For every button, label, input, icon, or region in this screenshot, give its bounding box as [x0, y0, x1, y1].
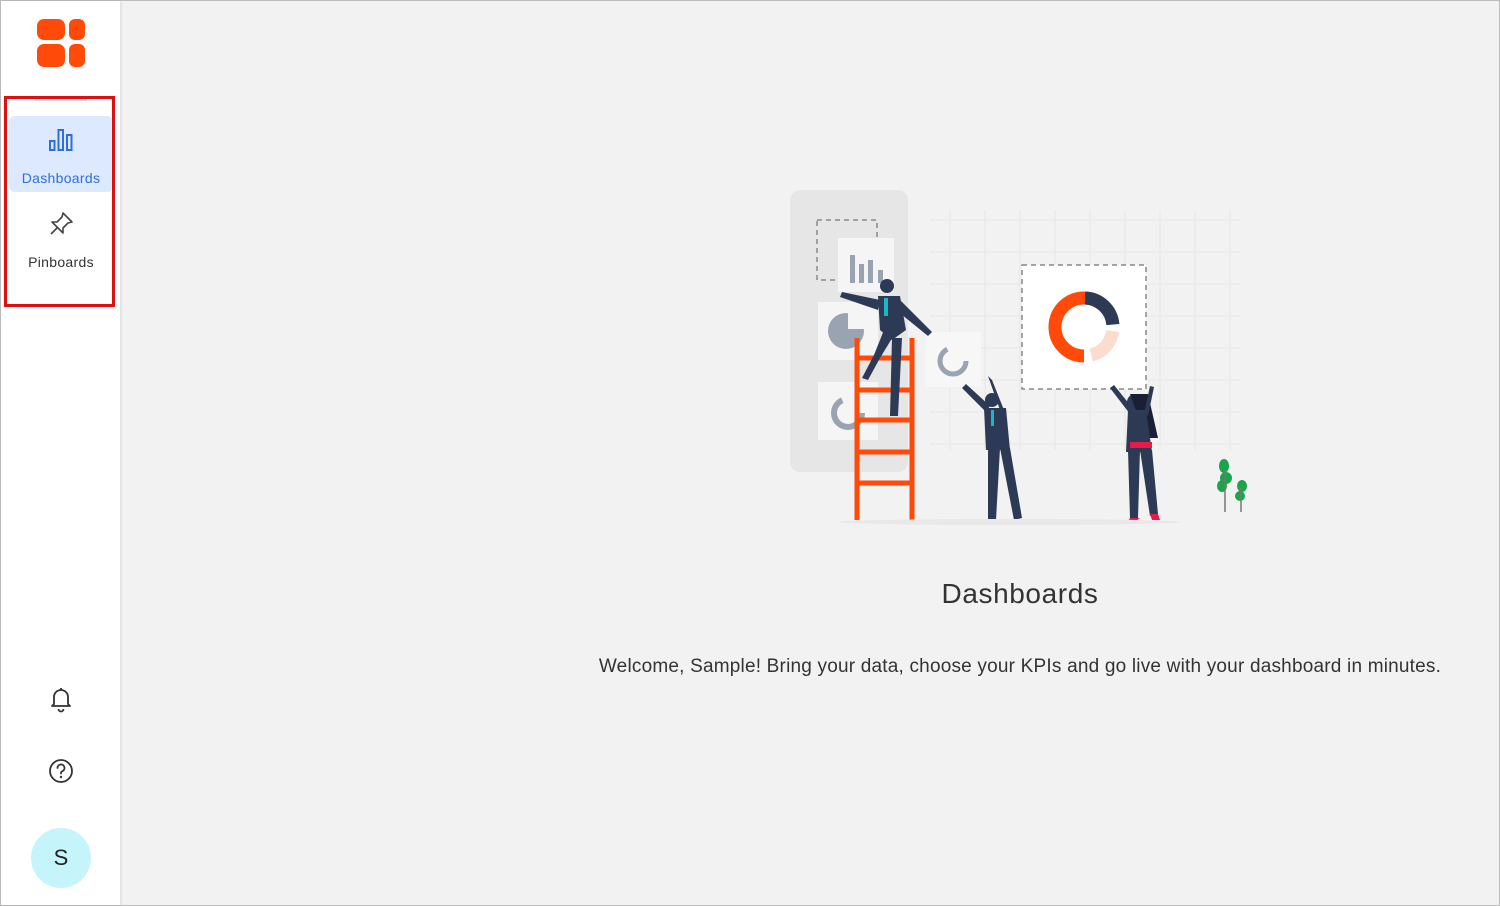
help-circle-icon[interactable] [47, 757, 75, 785]
selection-highlight-box [4, 96, 115, 307]
window-frame [0, 0, 1500, 906]
dashboards-illustration [790, 190, 1247, 525]
avatar-initial: S [53, 845, 69, 870]
app-logo[interactable] [35, 17, 87, 69]
bell-icon[interactable] [47, 685, 75, 713]
sidebar: Dashboards Pinboards S [1, 1, 120, 905]
welcome-message: Welcome, Sample! Bring your data, choose… [598, 656, 1442, 677]
page-title: Dashboards [941, 578, 1099, 609]
avatar[interactable]: S [31, 828, 91, 888]
